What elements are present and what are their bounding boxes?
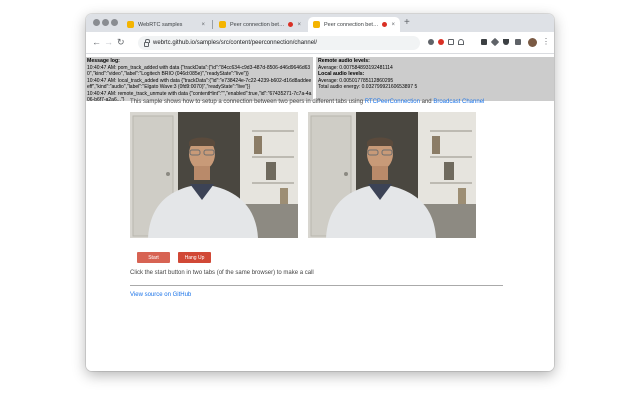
window-dot-icon[interactable] bbox=[93, 19, 100, 26]
close-tab-icon[interactable]: × bbox=[297, 22, 301, 28]
extension-icon[interactable] bbox=[481, 39, 487, 45]
tab-webrtc-samples[interactable]: WebRTC samples × bbox=[122, 17, 210, 32]
log-line: 10:40:47 AM: pom_track_added with data {… bbox=[87, 64, 311, 78]
local-video bbox=[130, 112, 298, 238]
rtcpeerconnection-link[interactable]: RTCPeerConnection bbox=[365, 99, 420, 105]
browser-menu-icon[interactable]: ⋮ bbox=[542, 37, 550, 47]
description-text: and bbox=[419, 99, 434, 105]
page-description: This sample shows how to setup a connect… bbox=[130, 99, 484, 105]
remote-video bbox=[308, 112, 476, 238]
lock-icon bbox=[144, 38, 150, 47]
puzzle-extensions-icon[interactable] bbox=[490, 37, 500, 47]
webrtc-favicon-icon bbox=[219, 21, 226, 28]
audio-levels-panel: Remote audio levels: Average: 0.00758489… bbox=[316, 57, 554, 101]
message-log: Message log: 10:40:47 AM: pom_track_adde… bbox=[86, 57, 313, 101]
video-frame-image bbox=[130, 112, 298, 238]
instructions-text: Click the start button in two tabs (of t… bbox=[130, 270, 314, 276]
page-content: Message log: 10:40:47 AM: pom_track_adde… bbox=[86, 54, 554, 371]
tab-peer-connection-2[interactable]: Peer connection between × bbox=[308, 17, 400, 32]
close-tab-icon[interactable]: × bbox=[201, 22, 205, 28]
webrtc-favicon-icon bbox=[313, 21, 320, 28]
profile-avatar[interactable] bbox=[528, 38, 537, 47]
local-audio-total-energy: Total audio energy: 0.03279992160653897 … bbox=[318, 84, 418, 90]
tab-label: Peer connection between bbox=[324, 21, 378, 28]
address-bar[interactable]: webrtc.github.io/samples/src/content/pee… bbox=[138, 36, 420, 50]
bookmark-icon[interactable] bbox=[458, 39, 464, 45]
window-dot-icon[interactable] bbox=[102, 19, 109, 26]
start-button[interactable]: Start bbox=[137, 252, 170, 263]
recording-indicator-icon[interactable] bbox=[438, 39, 444, 45]
description-text: This sample shows how to setup a connect… bbox=[130, 99, 365, 105]
video-frame-image bbox=[308, 112, 476, 238]
flask-icon[interactable] bbox=[503, 39, 509, 45]
tab-strip: WebRTC samples × Peer connection between… bbox=[86, 14, 554, 32]
forward-button[interactable]: → bbox=[104, 37, 113, 48]
view-source-link[interactable]: View source on GitHub bbox=[130, 292, 191, 298]
divider bbox=[130, 285, 503, 286]
close-tab-icon[interactable]: × bbox=[391, 22, 395, 28]
tab-label: Peer connection between bbox=[230, 21, 284, 28]
url-text: webrtc.github.io/samples/src/content/pee… bbox=[153, 40, 318, 46]
log-line: 10:40:47 AM: local_track_added with data… bbox=[87, 77, 312, 91]
broadcast-channel-link[interactable]: Broadcast Channel bbox=[433, 99, 484, 105]
camera-indicator-icon[interactable] bbox=[428, 39, 434, 45]
reload-button[interactable]: ↻ bbox=[117, 37, 125, 48]
new-tab-button[interactable]: + bbox=[404, 17, 410, 29]
recording-indicator-icon bbox=[288, 22, 294, 27]
webrtc-favicon-icon bbox=[127, 21, 134, 28]
share-icon[interactable] bbox=[448, 39, 454, 45]
sidebar-icon[interactable] bbox=[515, 39, 521, 45]
recording-indicator-icon bbox=[382, 22, 388, 27]
window-dot-icon[interactable] bbox=[111, 19, 118, 26]
tab-label: WebRTC samples bbox=[138, 21, 183, 28]
tab-peer-connection-1[interactable]: Peer connection between × bbox=[214, 17, 306, 32]
hang-up-button[interactable]: Hang Up bbox=[178, 252, 211, 263]
browser-window: WebRTC samples × Peer connection between… bbox=[86, 14, 554, 371]
browser-toolbar: ← → ↻ webrtc.github.io/samples/src/conte… bbox=[86, 32, 554, 54]
tab-separator bbox=[212, 20, 213, 29]
back-button[interactable]: ← bbox=[92, 37, 101, 48]
